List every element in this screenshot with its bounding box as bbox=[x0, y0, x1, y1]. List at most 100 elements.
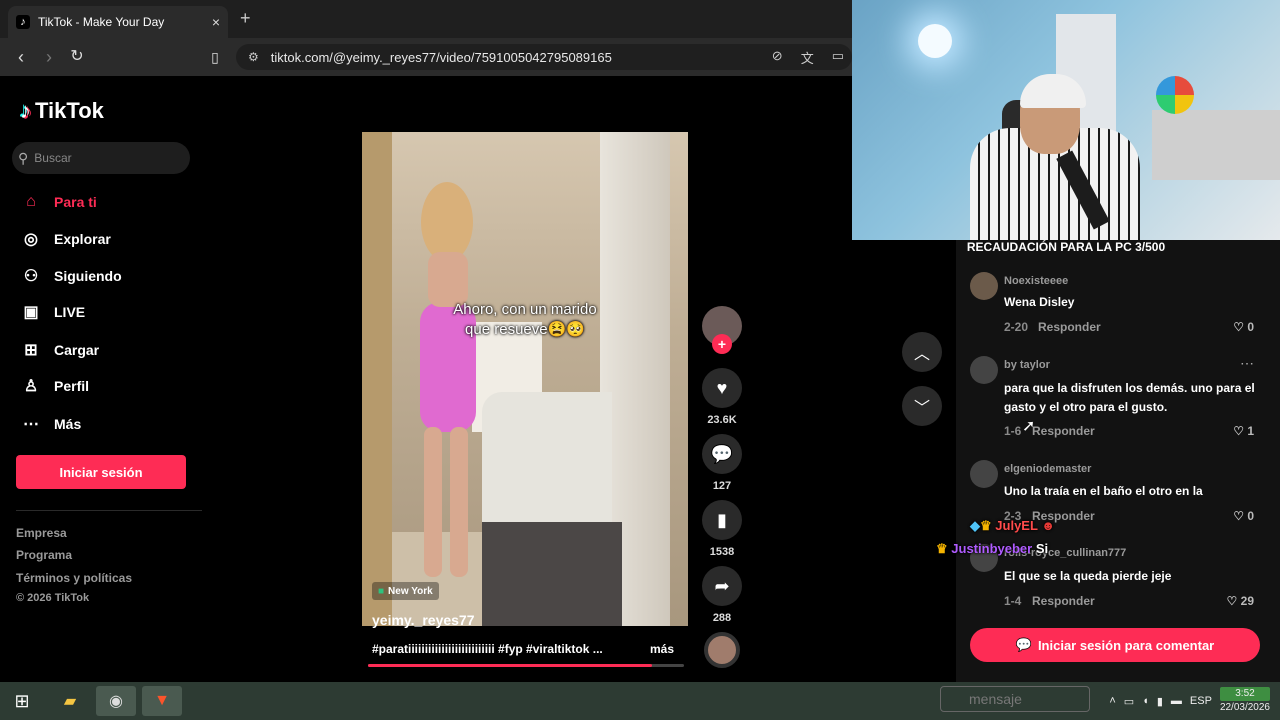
bookmark-icon[interactable]: ▯ bbox=[204, 46, 226, 68]
sidebar-item-cargar[interactable]: ⊞ Cargar bbox=[20, 335, 200, 365]
reply-button[interactable]: Responder bbox=[1038, 320, 1101, 334]
more-description-button[interactable]: más bbox=[650, 642, 674, 656]
location-tag[interactable]: ■ New York bbox=[372, 582, 439, 600]
reply-button[interactable]: Responder bbox=[1032, 594, 1095, 608]
previous-video-button[interactable]: ︿ bbox=[902, 332, 942, 372]
sidebar-divider bbox=[16, 510, 202, 511]
comment-like-button[interactable]: ♡ 0 bbox=[1204, 320, 1254, 334]
heart-outline-icon: ♡ bbox=[1226, 594, 1238, 608]
login-to-comment-button[interactable]: 💬 Iniciar sesión para comentar bbox=[970, 628, 1260, 662]
sidebar-item-explorar[interactable]: ◎ Explorar bbox=[20, 224, 200, 254]
sidebar-item-perfil[interactable]: ♙ Perfil bbox=[20, 371, 200, 401]
video-progress-bar[interactable] bbox=[368, 664, 684, 667]
login-button[interactable]: Iniciar sesión bbox=[16, 455, 186, 489]
url-text[interactable]: tiktok.com/@yeimy._reyes77/video/7591005… bbox=[271, 50, 612, 65]
crown-icon: ♛ bbox=[936, 541, 948, 556]
comment-username[interactable]: elgeniodemaster bbox=[1004, 463, 1091, 475]
bookmark-save-icon: ▮ bbox=[717, 509, 727, 530]
sidebar-item-mas[interactable]: ⋯ Más bbox=[20, 409, 200, 439]
comment-like-count: 0 bbox=[1247, 509, 1254, 523]
save-button[interactable]: ▮ bbox=[702, 500, 742, 540]
cast-icon[interactable]: ▭ bbox=[832, 48, 844, 67]
sidebar-item-label: Para ti bbox=[54, 194, 97, 210]
heart-outline-icon: ♡ bbox=[1233, 509, 1244, 523]
language-indicator[interactable]: ESP bbox=[1190, 695, 1212, 707]
stream-goal-banner: RECAUDACIÓN PARA LA PC 3/500 bbox=[966, 240, 1166, 254]
music-disc[interactable] bbox=[704, 632, 740, 668]
footer-link-terminos[interactable]: Términos y políticas bbox=[16, 571, 132, 585]
follow-plus-icon[interactable]: + bbox=[712, 334, 732, 354]
comment-text: Wena Disley bbox=[1004, 295, 1075, 309]
comment-avatar[interactable] bbox=[970, 460, 998, 488]
translate-icon[interactable]: 文 bbox=[801, 48, 814, 67]
battery-icon[interactable]: ▬ bbox=[1171, 695, 1182, 707]
obs-icon[interactable]: ◉ bbox=[96, 686, 136, 716]
windows-start-icon[interactable]: ⊞ bbox=[2, 686, 42, 716]
forward-icon[interactable]: › bbox=[38, 46, 60, 68]
back-icon[interactable]: ‹ bbox=[10, 46, 32, 68]
volume-icon[interactable]: ◖ bbox=[1142, 695, 1149, 707]
comment-like-button[interactable]: ♡ 1 bbox=[1204, 424, 1254, 438]
share-count: 288 bbox=[712, 612, 732, 624]
comment-like-button[interactable]: ♡ 0 bbox=[1204, 509, 1254, 523]
location-pin-icon: ■ bbox=[378, 585, 385, 597]
next-video-button[interactable]: ﹀ bbox=[902, 386, 942, 426]
comment-like-count: 29 bbox=[1240, 594, 1254, 608]
comment-text: para que la disfruten los demás. uno par… bbox=[1004, 381, 1255, 414]
footer-copyright: © 2026 TikTok bbox=[16, 592, 90, 604]
comment-username[interactable]: Noexisteeee bbox=[1004, 275, 1068, 287]
comment-bubble-icon: 💬 bbox=[1015, 637, 1032, 652]
like-count: 23.6K bbox=[707, 414, 737, 426]
share-button[interactable]: ➦ bbox=[702, 566, 742, 606]
close-tab-icon[interactable]: × bbox=[212, 14, 220, 30]
comment-like-button[interactable]: ♡ 29 bbox=[1204, 594, 1254, 608]
video-caption: Ahoro, con un marido que resueve😫🥺 bbox=[380, 300, 670, 340]
webcam-lamp bbox=[918, 24, 952, 58]
tiktok-logo[interactable]: ♪ TikTok bbox=[20, 98, 104, 124]
footer-link-programa[interactable]: Programa bbox=[16, 548, 72, 562]
more-icon: ⋯ bbox=[23, 416, 39, 433]
video-author[interactable]: yeimy._reyes77 bbox=[372, 612, 475, 628]
like-button[interactable]: ♥ bbox=[702, 368, 742, 408]
video-player[interactable] bbox=[362, 132, 688, 626]
comment-date: 1-6 bbox=[1004, 424, 1022, 438]
webcam-wall-clock bbox=[1156, 76, 1194, 114]
address-bar[interactable]: ⚙ tiktok.com/@yeimy._reyes77/video/75910… bbox=[236, 44, 852, 70]
comment-avatar[interactable] bbox=[970, 272, 998, 300]
compass-icon: ◎ bbox=[24, 231, 38, 248]
sidebar-item-siguiendo[interactable]: ⚇ Siguiendo bbox=[20, 261, 200, 291]
comment-more-options-icon[interactable]: ⋯ bbox=[1240, 355, 1254, 372]
browser-tab-bar: ♪ TikTok - Make Your Day × + bbox=[0, 0, 852, 38]
mouse-cursor-icon: ➚ bbox=[1022, 418, 1036, 435]
comment-avatar[interactable] bbox=[970, 356, 998, 384]
footer-link-empresa[interactable]: Empresa bbox=[16, 526, 67, 540]
network-icon[interactable]: ▭ bbox=[1124, 695, 1134, 708]
share-arrow-icon: ➦ bbox=[714, 575, 730, 596]
new-tab-button[interactable]: + bbox=[240, 8, 251, 29]
microphone-tray-icon[interactable]: ▮ bbox=[1157, 695, 1163, 708]
comment-like-count: 1 bbox=[1247, 424, 1254, 438]
chevron-up-icon: ︿ bbox=[913, 346, 930, 363]
sidebar-item-live[interactable]: ▣ LIVE bbox=[20, 297, 200, 327]
heart-icon: ♥ bbox=[716, 377, 728, 398]
file-explorer-icon[interactable]: ▰ bbox=[50, 686, 90, 716]
tiktok-note-icon: ♪ bbox=[20, 98, 31, 123]
reload-icon[interactable]: ↻ bbox=[66, 46, 88, 68]
site-settings-icon[interactable]: ⚙ bbox=[248, 50, 259, 64]
comment-button[interactable]: 💬 bbox=[702, 434, 742, 474]
no-tracking-icon[interactable]: ⊘ bbox=[772, 48, 783, 67]
video-hashtags[interactable]: #paratiiiiiiiiiiiiiiiiiiiiiiiiii #fyp #v… bbox=[372, 642, 622, 656]
sidebar-item-para-ti[interactable]: ⌂ Para ti bbox=[20, 187, 200, 217]
reply-button[interactable]: Responder bbox=[1032, 424, 1095, 438]
taskbar-clock[interactable]: 3:52 22/03/2026 bbox=[1219, 687, 1270, 715]
crown-icon: ♛ bbox=[980, 518, 992, 533]
comment-text: El que se la queda pierde jeje bbox=[1004, 569, 1172, 583]
chevron-down-icon: ﹀ bbox=[913, 400, 930, 417]
browser-tab[interactable]: ♪ TikTok - Make Your Day × bbox=[8, 6, 228, 38]
brave-browser-icon[interactable]: ▼ bbox=[142, 686, 182, 716]
search-input[interactable]: ⚲ Buscar bbox=[12, 142, 190, 174]
comment-username[interactable]: by taylor bbox=[1004, 359, 1050, 371]
sidebar-item-label: Cargar bbox=[54, 342, 100, 358]
comment-like-count: 0 bbox=[1247, 320, 1254, 334]
tray-overflow-icon[interactable]: ˄ bbox=[1109, 695, 1115, 707]
